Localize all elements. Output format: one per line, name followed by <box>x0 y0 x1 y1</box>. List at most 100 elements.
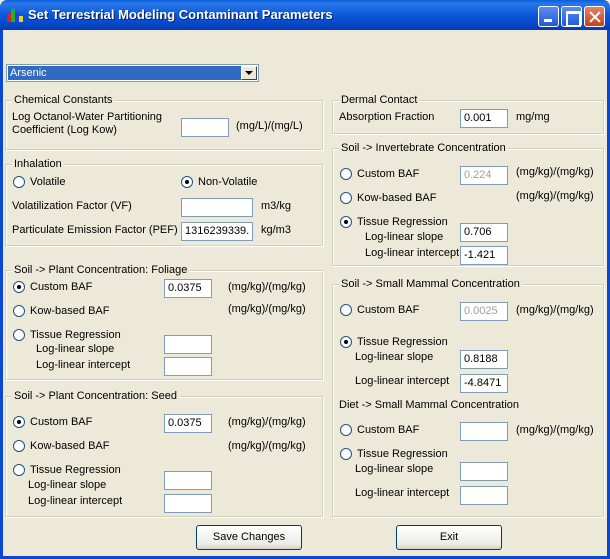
plant-foliage-group: Soil -> Plant Concentration: Foliage Cus… <box>5 264 323 380</box>
vf-input[interactable] <box>181 198 253 217</box>
diet-intercept-input[interactable] <box>460 486 508 505</box>
nonvolatile-label: Non-Volatile <box>198 176 258 188</box>
invertebrate-slope-label: Log-linear slope <box>365 231 444 243</box>
invertebrate-group: Soil -> Invertebrate Concentration Custo… <box>332 142 604 266</box>
save-changes-button[interactable]: Save Changes <box>196 525 302 550</box>
mammal-custom-baf-unit: (mg/kg)/(mg/kg) <box>516 304 594 316</box>
invertebrate-intercept-label: Log-linear intercept <box>365 247 460 259</box>
window-title: Set Terrestrial Modeling Contaminant Par… <box>28 7 333 22</box>
volatile-label: Volatile <box>30 176 66 188</box>
diet-slope-label: Log-linear slope <box>355 463 434 475</box>
mammal-tissue-regression-radio[interactable] <box>340 336 352 348</box>
group-legend: Soil -> Plant Concentration: Seed <box>12 390 179 402</box>
mammal-custom-baf-label: Custom BAF <box>357 304 420 316</box>
group-legend: Soil -> Plant Concentration: Foliage <box>12 264 190 276</box>
diet-small-mammal-title: Diet -> Small Mammal Concentration <box>339 399 520 411</box>
foliage-intercept-input[interactable] <box>164 357 212 376</box>
nonvolatile-radio[interactable] <box>181 176 193 188</box>
seed-slope-label: Log-linear slope <box>28 479 107 491</box>
mammal-intercept-label: Log-linear intercept <box>355 375 450 387</box>
invertebrate-kow-baf-radio[interactable] <box>340 192 352 204</box>
foliage-kow-baf-unit: (mg/kg)/(mg/kg) <box>228 303 306 315</box>
invertebrate-intercept-input[interactable]: -1.421 <box>460 246 508 265</box>
invertebrate-tissue-regression-label: Tissue Regression <box>357 216 448 228</box>
volatile-radio[interactable] <box>13 176 25 188</box>
group-legend: Inhalation <box>12 158 64 170</box>
foliage-kow-baf-label: Kow-based BAF <box>30 305 110 317</box>
foliage-kow-baf-radio[interactable] <box>13 305 25 317</box>
foliage-tissue-regression-label: Tissue Regression <box>30 329 121 341</box>
diet-custom-baf-radio[interactable] <box>340 424 352 436</box>
seed-custom-baf-input[interactable]: 0.0375 <box>164 414 212 433</box>
mammal-slope-input[interactable]: 0.8188 <box>460 350 508 369</box>
foliage-custom-baf-radio[interactable] <box>13 281 25 293</box>
exit-button[interactable]: Exit <box>396 525 502 550</box>
close-button[interactable] <box>584 6 605 27</box>
seed-slope-input[interactable] <box>164 471 212 490</box>
group-legend: Dermal Contact <box>339 94 420 106</box>
group-legend: Soil -> Invertebrate Concentration <box>339 142 508 154</box>
seed-intercept-input[interactable] <box>164 494 212 513</box>
diet-intercept-label: Log-linear intercept <box>355 487 450 499</box>
seed-kow-baf-label: Kow-based BAF <box>30 440 110 452</box>
invertebrate-custom-baf-input[interactable]: 0.224 <box>460 166 508 185</box>
diet-custom-baf-label: Custom BAF <box>357 424 420 436</box>
log-kow-input[interactable] <box>181 118 229 137</box>
invertebrate-custom-baf-label: Custom BAF <box>357 168 420 180</box>
title-bar: Set Terrestrial Modeling Contaminant Par… <box>0 0 610 30</box>
foliage-tissue-regression-radio[interactable] <box>13 329 25 341</box>
pef-unit: kg/m3 <box>261 224 291 236</box>
foliage-custom-baf-input[interactable]: 0.0375 <box>164 279 212 298</box>
mammal-intercept-input[interactable]: -4.8471 <box>460 374 508 393</box>
seed-tissue-regression-label: Tissue Regression <box>30 464 121 476</box>
contaminant-select-value: Arsenic <box>8 66 241 80</box>
pef-label: Particulate Emission Factor (PEF) <box>12 224 178 236</box>
diet-slope-input[interactable] <box>460 462 508 481</box>
seed-intercept-label: Log-linear intercept <box>28 495 123 507</box>
invertebrate-custom-baf-unit: (mg/kg)/(mg/kg) <box>516 166 594 178</box>
seed-custom-baf-label: Custom BAF <box>30 416 93 428</box>
dermal-contact-group: Dermal Contact Absorption Fraction 0.001… <box>332 94 604 134</box>
invertebrate-slope-input[interactable]: 0.706 <box>460 223 508 242</box>
log-kow-label-line2: Coefficient (Log Kow) <box>12 124 117 136</box>
dropdown-arrow-icon[interactable] <box>241 66 257 80</box>
seed-tissue-regression-radio[interactable] <box>13 464 25 476</box>
invertebrate-tissue-regression-radio[interactable] <box>340 216 352 228</box>
mammal-slope-label: Log-linear slope <box>355 351 434 363</box>
maximize-button[interactable] <box>561 6 582 27</box>
seed-kow-baf-unit: (mg/kg)/(mg/kg) <box>228 440 306 452</box>
chemical-constants-group: Chemical Constants Log Octanol-Water Par… <box>5 94 323 150</box>
inhalation-group: Inhalation Volatile Non-Volatile Volatil… <box>5 158 323 246</box>
group-legend: Soil -> Small Mammal Concentration <box>339 278 522 290</box>
diet-tissue-regression-radio[interactable] <box>340 448 352 460</box>
foliage-custom-baf-label: Custom BAF <box>30 281 93 293</box>
app-chart-icon <box>7 8 23 22</box>
foliage-custom-baf-unit: (mg/kg)/(mg/kg) <box>228 281 306 293</box>
minimize-button[interactable] <box>538 6 559 27</box>
vf-unit: m3/kg <box>261 200 291 212</box>
diet-custom-baf-unit: (mg/kg)/(mg/kg) <box>516 424 594 436</box>
invertebrate-custom-baf-radio[interactable] <box>340 168 352 180</box>
log-kow-unit: (mg/L)/(mg/L) <box>236 120 303 132</box>
seed-kow-baf-radio[interactable] <box>13 440 25 452</box>
small-mammal-group: Soil -> Small Mammal Concentration Custo… <box>332 278 604 517</box>
contaminant-select[interactable]: Arsenic <box>6 64 259 82</box>
seed-custom-baf-radio[interactable] <box>13 416 25 428</box>
absorption-fraction-input[interactable]: 0.001 <box>460 109 508 128</box>
foliage-intercept-label: Log-linear intercept <box>36 359 131 371</box>
log-kow-label-line1: Log Octanol-Water Partitioning <box>12 111 162 123</box>
mammal-custom-baf-radio[interactable] <box>340 304 352 316</box>
absorption-fraction-label: Absorption Fraction <box>339 111 435 123</box>
invertebrate-kow-baf-label: Kow-based BAF <box>357 192 437 204</box>
mammal-tissue-regression-label: Tissue Regression <box>357 336 448 348</box>
diet-tissue-regression-label: Tissue Regression <box>357 448 448 460</box>
group-legend: Chemical Constants <box>12 94 115 106</box>
plant-seed-group: Soil -> Plant Concentration: Seed Custom… <box>5 390 323 517</box>
absorption-fraction-unit: mg/mg <box>516 111 550 123</box>
pef-input[interactable]: 1316239339. <box>181 222 253 241</box>
seed-custom-baf-unit: (mg/kg)/(mg/kg) <box>228 416 306 428</box>
diet-custom-baf-input[interactable] <box>460 422 508 441</box>
foliage-slope-input[interactable] <box>164 335 212 354</box>
vf-label: Volatilization Factor (VF) <box>12 200 132 212</box>
mammal-custom-baf-input[interactable]: 0.0025 <box>460 302 508 321</box>
